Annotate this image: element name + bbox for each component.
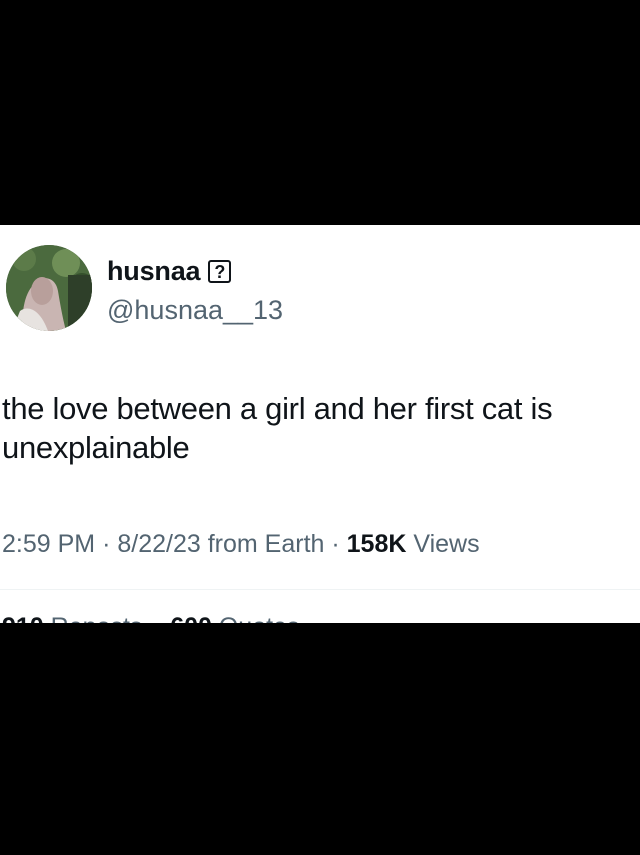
avatar-photo-icon <box>6 245 92 331</box>
letterbox-top <box>0 0 640 225</box>
views-count: 158K <box>346 530 407 558</box>
author-handle[interactable]: @husnaa__13 <box>107 295 283 326</box>
tweet-source: from Earth <box>207 530 325 558</box>
letterbox-bottom <box>0 623 640 855</box>
views-label: Views <box>413 530 480 558</box>
author-name-row: husnaa ? <box>107 256 232 287</box>
quotes-stat[interactable]: 600 Quotes <box>170 613 299 623</box>
tweet-card: husnaa ? @husnaa__13 the love between a … <box>0 225 640 623</box>
reposts-label: Reposts <box>51 613 143 623</box>
tweet-text: the love between a girl and her first ca… <box>2 391 553 465</box>
engagement-stats: 910 Reposts 600 Quotes <box>2 613 299 623</box>
tweet-time[interactable]: 2:59 PM <box>2 530 95 558</box>
author-name[interactable]: husnaa <box>107 256 201 287</box>
quotes-label: Quotes <box>219 613 300 623</box>
quotes-count: 600 <box>170 613 212 623</box>
reposts-stat[interactable]: 910 Reposts <box>2 613 149 623</box>
avatar[interactable] <box>6 245 92 331</box>
divider <box>0 589 640 590</box>
reposts-count: 910 <box>2 613 44 623</box>
meta-separator: · <box>331 530 340 558</box>
tweet-meta: 2:59 PM · 8/22/23 from Earth · 158K View… <box>2 530 480 559</box>
meta-separator: · <box>102 530 111 558</box>
unknown-glyph-icon: ? <box>208 260 232 283</box>
tweet-date[interactable]: 8/22/23 <box>117 530 200 558</box>
